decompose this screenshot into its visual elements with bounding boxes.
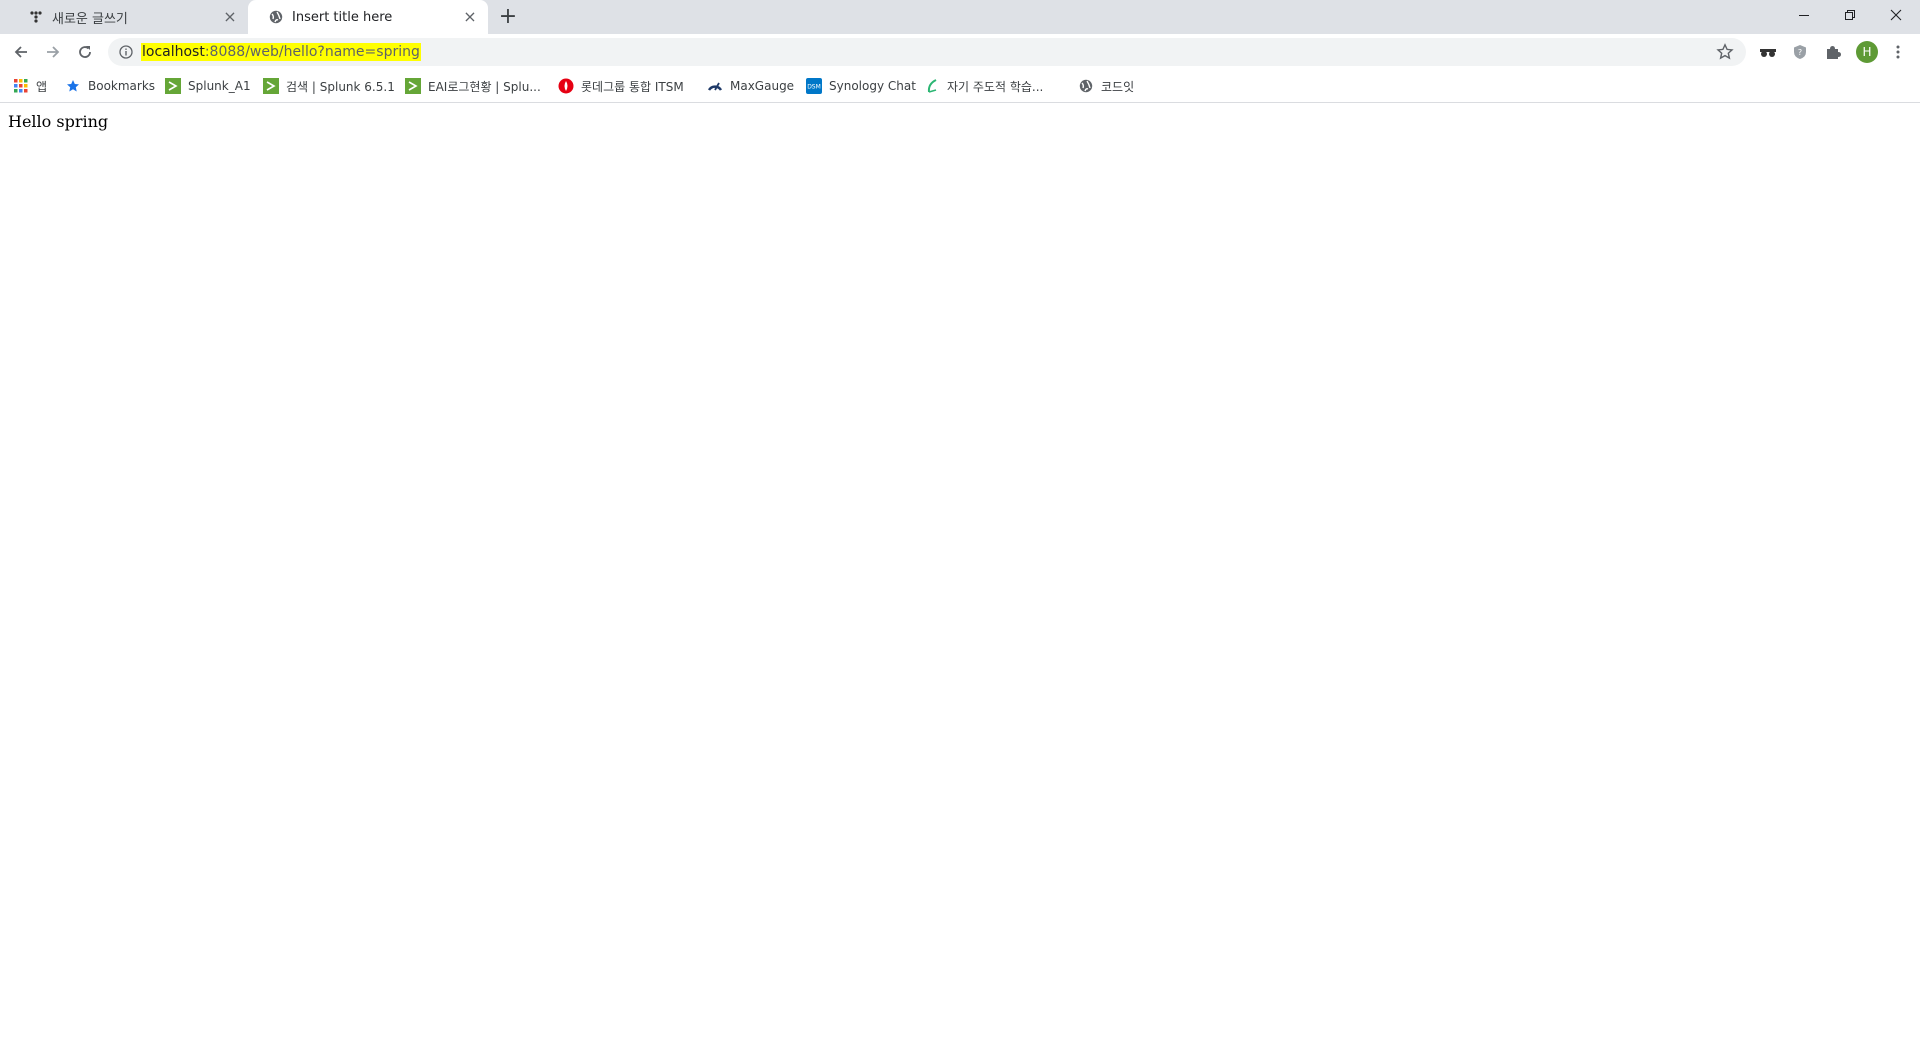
minimize-button[interactable]	[1781, 0, 1827, 30]
bookmark-label: Synology Chat	[829, 79, 916, 93]
address-bar[interactable]: localhost:8088/web/hello?name=spring	[108, 38, 1746, 66]
tab-title: 새로운 글쓰기	[52, 11, 128, 27]
shield-icon[interactable]: ?	[1790, 42, 1810, 62]
puzzle-icon[interactable]	[1823, 42, 1843, 62]
svg-text:DSM: DSM	[807, 84, 821, 91]
close-icon	[1890, 9, 1902, 21]
bookmark-splunk-search[interactable]: 검색 | Splunk 6.5.1	[263, 77, 395, 95]
restore-button[interactable]	[1827, 0, 1873, 30]
apps-grid-icon	[13, 78, 29, 94]
bookmark-bookmarks[interactable]: Bookmarks	[65, 77, 155, 95]
tab-new-post[interactable]: 새로운 글쓰기 ×	[8, 0, 248, 34]
bookmark-synology-chat[interactable]: DSM Synology Chat	[806, 77, 916, 95]
bookmark-apps[interactable]: 앱	[13, 77, 47, 95]
globe-icon	[1078, 78, 1094, 94]
tab-insert-title[interactable]: Insert title here ×	[248, 0, 488, 34]
arrow-left-icon	[14, 46, 27, 58]
bookmark-label: MaxGauge	[730, 79, 795, 93]
star-icon[interactable]	[1716, 43, 1734, 61]
splunk-icon	[405, 78, 421, 94]
tab-strip: 새로운 글쓰기 × Insert title here × +	[0, 0, 1920, 34]
bookmark-label: 자기 주도적 학습...	[947, 79, 1044, 94]
close-window-button[interactable]	[1873, 0, 1919, 30]
info-icon[interactable]	[118, 44, 134, 60]
close-icon[interactable]: ×	[222, 9, 238, 25]
url-text[interactable]: localhost:8088/web/hello?name=spring	[141, 43, 421, 61]
bookmark-label: 롯데그룹 통합 ITSM	[581, 79, 684, 94]
bookmark-codeit[interactable]: 코드잇	[1078, 77, 1134, 95]
close-icon[interactable]: ×	[462, 9, 478, 25]
svg-text:?: ?	[1798, 48, 1802, 57]
bookmark-self-directed-learning[interactable]: 자기 주도적 학습...	[924, 77, 1043, 95]
bookmark-label: 코드잇	[1101, 79, 1135, 94]
globe-icon	[268, 9, 284, 25]
reload-icon	[79, 46, 91, 58]
bookmark-label: 검색 | Splunk 6.5.1	[286, 79, 395, 94]
bookmarks-bar: 앱 Bookmarks Splunk_A1 검색 | Splunk 6.5.1 …	[0, 70, 1920, 103]
dsm-icon: DSM	[806, 78, 822, 94]
bookmark-eai-log[interactable]: EAI로그현황 | Splu...	[405, 77, 541, 95]
arrow-right-icon	[47, 46, 60, 58]
star-icon	[65, 78, 81, 94]
restore-icon	[1845, 10, 1855, 20]
bookmark-splunk-a1[interactable]: Splunk_A1	[165, 77, 251, 95]
page-body-text: Hello spring	[8, 112, 109, 131]
minimize-icon	[1799, 15, 1809, 16]
lotte-icon	[558, 78, 574, 94]
splunk-icon	[263, 78, 279, 94]
tistory-icon	[28, 9, 44, 25]
new-tab-button[interactable]: +	[497, 6, 519, 29]
bookmark-label: EAI로그현황 | Splu...	[428, 79, 541, 94]
bookmark-label: Splunk_A1	[188, 79, 251, 93]
bookmark-label: Bookmarks	[88, 79, 156, 93]
browser-toolbar: localhost:8088/web/hello?name=spring ? H	[0, 34, 1920, 70]
url-host: localhost	[142, 44, 205, 60]
tab-title: Insert title here	[292, 9, 393, 25]
kebab-menu-icon[interactable]	[1888, 42, 1908, 62]
back-button[interactable]	[9, 40, 33, 64]
leaf-icon	[924, 78, 940, 94]
url-path: :8088/web/hello?name=spring	[204, 44, 420, 60]
splunk-icon	[165, 78, 181, 94]
incognito-extension-icon[interactable]	[1758, 42, 1778, 62]
profile-avatar[interactable]: H	[1856, 41, 1878, 63]
maxgauge-icon	[707, 78, 723, 94]
bookmark-maxgauge[interactable]: MaxGauge	[707, 77, 794, 95]
reload-button[interactable]	[73, 40, 97, 64]
bookmark-lotte-itsm[interactable]: 롯데그룹 통합 ITSM	[558, 77, 684, 95]
forward-button[interactable]	[41, 40, 65, 64]
bookmark-label: 앱	[36, 79, 48, 94]
